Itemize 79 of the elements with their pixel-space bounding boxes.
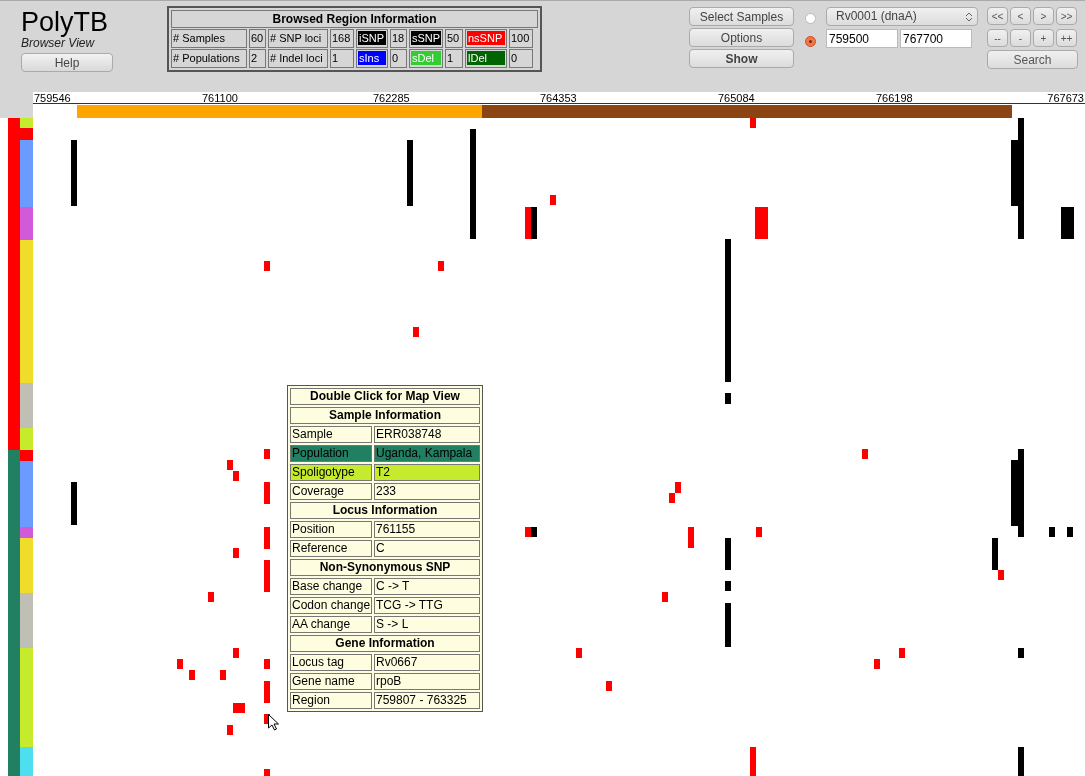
section-heading: Sample Information [290, 407, 480, 424]
nav-button[interactable]: < [1010, 7, 1031, 25]
info-cell: # Indel loci [268, 49, 328, 68]
nav-button[interactable]: << [987, 7, 1008, 25]
app-title: PolyTB [21, 7, 110, 37]
axis-label: 764353 [540, 92, 577, 104]
info-cell: 1 [445, 49, 463, 68]
legend-swatch: sSNP [411, 31, 441, 45]
tooltip-cell: rpoB [374, 673, 480, 690]
search-button[interactable]: Search [987, 50, 1078, 69]
section-heading: Gene Information [290, 635, 480, 652]
tooltip-cell: Base change [290, 578, 372, 595]
tooltip-cell: C [374, 540, 480, 557]
legend-swatch: iSNP [358, 31, 386, 45]
tooltip-cell: S -> L [374, 616, 480, 633]
tooltip-cell: ERR038748 [374, 426, 480, 443]
info-cell: 60 [249, 29, 266, 48]
app-subtitle: Browser View [21, 37, 95, 50]
info-cell: 0 [509, 49, 533, 68]
section-heading: Non-Synonymous SNP [290, 559, 480, 576]
info-cell: 2 [249, 49, 266, 68]
info-cell: # Samples [171, 29, 247, 48]
tooltip-cell: Spoligotype [290, 464, 372, 481]
nav-button[interactable]: > [1033, 7, 1054, 25]
range-input[interactable]: 759500 [826, 29, 898, 48]
action-button[interactable]: Options [689, 28, 794, 47]
tooltip-cell: Population [290, 445, 372, 462]
nav-button[interactable]: - [1010, 29, 1031, 47]
tooltip-cell: Gene name [290, 673, 372, 690]
tooltip-cell: Coverage [290, 483, 372, 500]
nav-button[interactable]: ++ [1056, 29, 1077, 47]
info-cell: 100 [509, 29, 533, 48]
legend-swatch: sDel [411, 51, 441, 65]
action-button[interactable]: Select Samples [689, 7, 794, 26]
tooltip-cell: Position [290, 521, 372, 538]
info-cell: 50 [445, 29, 463, 48]
tooltip-cell: C -> T [374, 578, 480, 595]
help-button[interactable]: Help [21, 53, 113, 72]
nav-button[interactable]: + [1033, 29, 1054, 47]
section-heading: Locus Information [290, 502, 480, 519]
tooltip-cell: Uganda, Kampala [374, 445, 480, 462]
tooltip-cell: Sample [290, 426, 372, 443]
tooltip-cell: 233 [374, 483, 480, 500]
axis-label: 765084 [718, 92, 755, 104]
radio-button[interactable] [805, 13, 816, 24]
info-cell: # SNP loci [268, 29, 328, 48]
legend-swatch: lDel [467, 51, 505, 65]
info-cell: 18 [390, 29, 407, 48]
tooltip-cell: Reference [290, 540, 372, 557]
tooltip-cell: 759807 - 763325 [374, 692, 480, 709]
nav-button[interactable]: >> [1056, 7, 1077, 25]
info-cell: 0 [390, 49, 407, 68]
radio-button[interactable] [805, 36, 816, 47]
range-input[interactable]: 767700 [900, 29, 972, 48]
axis-label: 761100 [202, 92, 238, 104]
tooltip-cell: AA change [290, 616, 372, 633]
tooltip-cell: Locus tag [290, 654, 372, 671]
tooltip-cell: Codon change [290, 597, 372, 614]
info-cell: 1 [330, 49, 354, 68]
tooltip-cell: Rv0667 [374, 654, 480, 671]
tooltip-cell: Region [290, 692, 372, 709]
tooltip-title: Double Click for Map View [290, 388, 480, 405]
action-button[interactable]: Show [689, 49, 794, 68]
nav-button[interactable]: -- [987, 29, 1008, 47]
axis-label: 762285 [373, 92, 410, 104]
axis-label: 767673 [1047, 92, 1084, 104]
tooltip-cell: T2 [374, 464, 480, 481]
cursor-icon [268, 714, 279, 731]
tooltip-cell: 761155 [374, 521, 480, 538]
legend-swatch: sIns [358, 51, 386, 65]
select-value: Rv0001 (dnaA) [836, 8, 917, 25]
info-cell: # Populations [171, 49, 247, 68]
axis-label: 759546 [34, 92, 71, 104]
legend-swatch: nsSNP [467, 31, 505, 45]
panel-title: Browsed Region Information [171, 10, 538, 28]
tooltip-cell: TCG -> TTG [374, 597, 480, 614]
gene-select[interactable]: Rv0001 (dnaA) [826, 7, 978, 26]
info-cell: 168 [330, 29, 354, 48]
axis-label: 766198 [876, 92, 913, 104]
